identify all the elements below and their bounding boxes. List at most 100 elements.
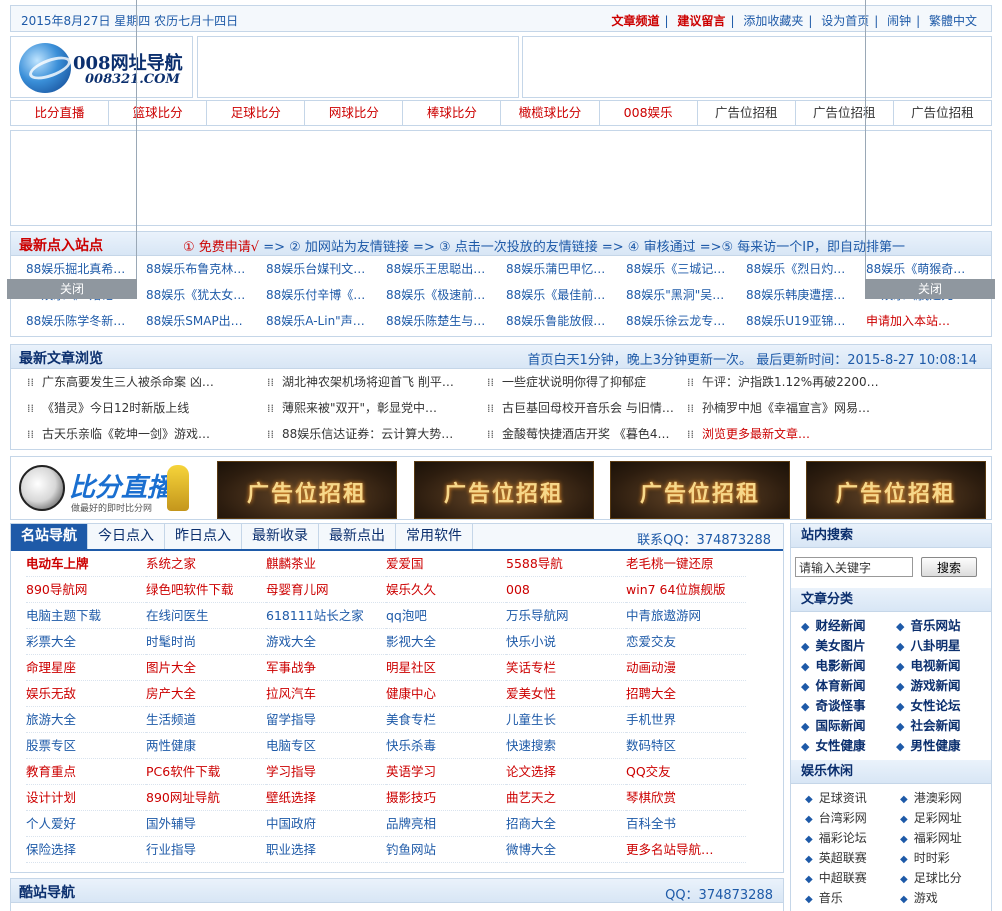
famous-site-link[interactable]: 彩票大全 <box>26 629 146 655</box>
famous-site-link[interactable]: 生活频道 <box>146 707 266 733</box>
famous-site-link[interactable]: 618111站长之家 <box>266 603 386 629</box>
nav-item[interactable]: 橄榄球比分 <box>501 101 600 125</box>
famous-site-link[interactable]: 绿色吧软件下载 <box>146 577 266 603</box>
famous-site-link[interactable]: 麒麟茶业 <box>266 551 386 577</box>
famous-site-link[interactable]: 在线问医生 <box>146 603 266 629</box>
leisure-link[interactable]: ◆ 台湾彩网 <box>805 808 900 828</box>
site-logo[interactable]: 008网址导航 008321.COM <box>10 36 193 98</box>
leisure-link[interactable]: ◆ 港澳彩网 <box>900 788 995 808</box>
free-apply-link[interactable]: ① 免费申请√ <box>183 240 259 255</box>
site-link[interactable]: 88娱乐《烈日灼… <box>746 256 866 282</box>
article-link[interactable]: ⁞⁞ 88娱乐信达证券：云计算大势… <box>267 421 487 447</box>
search-input[interactable] <box>795 557 913 577</box>
tab-yesterday-in[interactable]: 昨日点入 <box>165 524 242 549</box>
category-link[interactable]: ◆ 奇谈怪事 <box>801 696 896 716</box>
famous-site-link[interactable]: 美食专栏 <box>386 707 506 733</box>
site-link[interactable]: 88娱乐《犹太女… <box>146 282 266 308</box>
leisure-link[interactable]: ◆ 游戏 <box>900 888 995 908</box>
famous-site-link[interactable]: 设计计划 <box>26 785 146 811</box>
famous-site-link[interactable]: 明星社区 <box>386 655 506 681</box>
famous-site-link[interactable]: 娱乐无敌 <box>26 681 146 707</box>
site-link[interactable]: 88娱乐《三城记… <box>626 256 746 282</box>
site-link[interactable]: 88娱乐《极速前… <box>386 282 506 308</box>
category-link[interactable]: ◆ 女性论坛 <box>896 696 991 716</box>
famous-site-link[interactable]: 数码特区 <box>626 733 746 759</box>
nav-item[interactable]: 足球比分 <box>207 101 306 125</box>
famous-site-link[interactable]: 快乐小说 <box>506 629 626 655</box>
bifen-banner[interactable]: 比分直播 做最好的即时比分网 <box>17 461 197 517</box>
ad-banner[interactable]: 广告位招租 <box>806 461 986 519</box>
link-article-channel[interactable]: 文章频道 <box>608 14 664 28</box>
leisure-link[interactable]: ◆ 福彩论坛 <box>805 828 900 848</box>
famous-site-link[interactable]: 论文选择 <box>506 759 626 785</box>
famous-site-link[interactable]: 中国政府 <box>266 811 386 837</box>
ad-banner[interactable]: 广告位招租 <box>414 461 594 519</box>
nav-item[interactable]: 篮球比分 <box>109 101 208 125</box>
link-add-favorite[interactable]: 添加收藏夹 <box>739 14 807 28</box>
nav-item[interactable]: 广告位招租 <box>796 101 894 125</box>
nav-item[interactable]: 比分直播 <box>11 101 110 125</box>
famous-site-link[interactable]: 手机世界 <box>626 707 746 733</box>
famous-site-link[interactable]: 房产大全 <box>146 681 266 707</box>
famous-site-link[interactable]: 行业指导 <box>146 837 266 863</box>
famous-site-link[interactable]: 笑话专栏 <box>506 655 626 681</box>
nav-item[interactable]: 广告位招租 <box>698 101 796 125</box>
famous-site-link[interactable]: 中青旅遨游网 <box>626 603 746 629</box>
article-link[interactable]: ⁞⁞ 薄熙来被"双开"，彰显党中… <box>267 395 487 421</box>
famous-site-link[interactable]: 招商大全 <box>506 811 626 837</box>
famous-site-link[interactable]: 娱乐久久 <box>386 577 506 603</box>
leisure-link[interactable]: ◆ 足球比分 <box>900 868 995 888</box>
nav-item[interactable]: 棒球比分 <box>403 101 502 125</box>
tab-common-software[interactable]: 常用软件 <box>396 524 473 549</box>
leisure-link[interactable]: ◆ 中超联赛 <box>805 868 900 888</box>
link-alarm[interactable]: 闹钟 <box>883 14 915 28</box>
famous-site-link[interactable]: 百科全书 <box>626 811 746 837</box>
site-link[interactable]: 88娱乐"黑洞"吴… <box>626 282 746 308</box>
famous-site-link[interactable]: 5588导航 <box>506 551 626 577</box>
famous-site-link[interactable]: 曲艺天之 <box>506 785 626 811</box>
famous-site-link[interactable]: 万乐导航网 <box>506 603 626 629</box>
famous-site-link[interactable]: 保险选择 <box>26 837 146 863</box>
site-link[interactable]: 88娱乐蒲巴甲忆… <box>506 256 626 282</box>
famous-site-link[interactable]: 军事战争 <box>266 655 386 681</box>
category-link[interactable]: ◆ 游戏新闻 <box>896 676 991 696</box>
float-left-close-button[interactable]: 关闭 <box>7 279 137 299</box>
search-button[interactable]: 搜索 <box>921 557 977 577</box>
famous-site-link[interactable]: qq泡吧 <box>386 603 506 629</box>
site-link[interactable]: 88娱乐韩庚遭摆… <box>746 282 866 308</box>
famous-site-link[interactable]: 国外辅导 <box>146 811 266 837</box>
category-link[interactable]: ◆ 社会新闻 <box>896 716 991 736</box>
site-link[interactable]: 88娱乐布鲁克林… <box>146 256 266 282</box>
famous-site-link[interactable]: 招聘大全 <box>626 681 746 707</box>
famous-site-link[interactable]: 琴棋欣赏 <box>626 785 746 811</box>
famous-site-link[interactable]: 命理星座 <box>26 655 146 681</box>
apply-join-link[interactable]: 申请加入本站… <box>866 308 986 334</box>
famous-site-link[interactable]: 更多名站导航… <box>626 837 746 863</box>
famous-site-link[interactable]: 时髦时尚 <box>146 629 266 655</box>
link-traditional-chinese[interactable]: 繁體中文 <box>925 14 981 28</box>
site-link[interactable]: 88娱乐王思聪出… <box>386 256 506 282</box>
category-link[interactable]: ◆ 财经新闻 <box>801 616 896 636</box>
famous-site-link[interactable]: 游戏大全 <box>266 629 386 655</box>
site-link[interactable]: 88娱乐陈学冬新… <box>26 308 146 334</box>
famous-site-link[interactable]: 图片大全 <box>146 655 266 681</box>
category-link[interactable]: ◆ 国际新闻 <box>801 716 896 736</box>
famous-site-link[interactable]: 健康中心 <box>386 681 506 707</box>
float-right-close-button[interactable]: 关闭 <box>865 279 995 299</box>
famous-site-link[interactable]: 股票专区 <box>26 733 146 759</box>
site-link[interactable]: 88娱乐陈楚生与… <box>386 308 506 334</box>
famous-site-link[interactable]: 008 <box>506 577 626 603</box>
site-link[interactable]: 88娱乐鲁能放假… <box>506 308 626 334</box>
tab-latest-out[interactable]: 最新点出 <box>319 524 396 549</box>
famous-site-link[interactable]: 动画动漫 <box>626 655 746 681</box>
leisure-link[interactable]: ◆ 足彩网址 <box>900 808 995 828</box>
famous-site-link[interactable]: 890导航网 <box>26 577 146 603</box>
famous-site-link[interactable]: 职业选择 <box>266 837 386 863</box>
famous-site-link[interactable]: 爱美女性 <box>506 681 626 707</box>
article-link[interactable]: ⁞⁞ 古巨基回母校开音乐会 与旧情… <box>487 395 687 421</box>
site-link[interactable]: 88娱乐SMAP出… <box>146 308 266 334</box>
tab-latest-added[interactable]: 最新收录 <box>242 524 319 549</box>
famous-site-link[interactable]: 摄影技巧 <box>386 785 506 811</box>
category-link[interactable]: ◆ 男性健康 <box>896 736 991 756</box>
nav-item[interactable]: 网球比分 <box>305 101 404 125</box>
